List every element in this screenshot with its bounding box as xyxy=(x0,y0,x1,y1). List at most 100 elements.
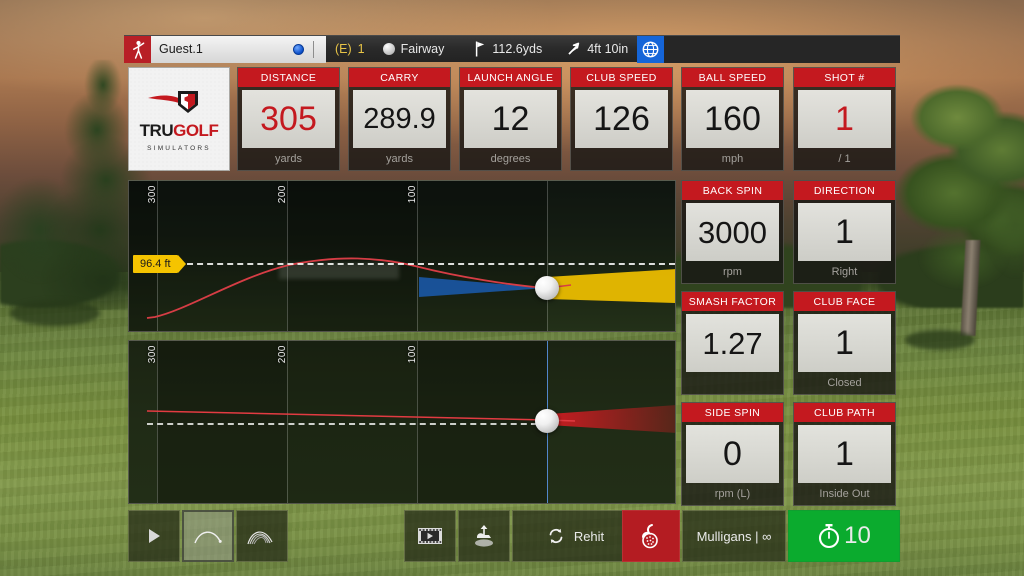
apex-dashed-line xyxy=(177,263,675,265)
player-name-field[interactable]: Guest.1 xyxy=(151,35,326,63)
stat-value: 0 xyxy=(686,425,779,483)
stat-unit: Right xyxy=(831,266,858,278)
score-value-label: 1 xyxy=(357,42,365,56)
header-filler xyxy=(664,35,900,63)
golfer-swing-icon xyxy=(124,35,151,63)
mulligan-ball-icon xyxy=(638,523,664,549)
stat-panel-side-spin[interactable]: SIDE SPIN 0 rpm (L) xyxy=(681,402,784,506)
score-display: (E) 1 xyxy=(326,36,374,63)
ball-marker xyxy=(535,276,559,300)
stat-value: 126 xyxy=(575,90,668,148)
player-name-label: Guest.1 xyxy=(159,42,203,56)
stat-unit: / 1 xyxy=(838,153,851,165)
stat-unit: yards xyxy=(386,153,413,165)
shrub xyxy=(905,330,975,350)
rehit-button[interactable]: Rehit xyxy=(512,510,638,562)
shrub xyxy=(10,300,100,326)
pin-distance-label: 112.6yds xyxy=(492,42,543,56)
refresh-icon xyxy=(546,526,566,546)
stat-value: 1 xyxy=(798,203,891,261)
stat-title: SIDE SPIN xyxy=(682,403,783,422)
brand-name-part2: GOLF xyxy=(173,121,219,140)
stat-title: CLUB SPEED xyxy=(571,68,672,87)
stat-title: CLUB PATH xyxy=(794,403,895,422)
elevation-display: 4ft 10in xyxy=(551,36,637,63)
globe-icon[interactable] xyxy=(637,35,665,63)
stat-value: 1 xyxy=(798,90,891,148)
trugolf-wordmark: TRUGOLF xyxy=(140,122,219,141)
stat-panel-carry[interactable]: CARRY 289.9 yards xyxy=(348,67,451,171)
divider xyxy=(313,40,314,58)
trugolf-logo-panel: TRUGOLF SIMULATORS xyxy=(128,67,230,171)
stat-panel-back-spin[interactable]: BACK SPIN 3000 rpm xyxy=(681,180,784,284)
brand-subtitle: SIMULATORS xyxy=(147,145,211,152)
top-down-trajectory-view[interactable]: 300 200 100 xyxy=(128,340,676,504)
stat-title: BALL SPEED xyxy=(682,68,783,87)
shot-timer-button[interactable]: 10 xyxy=(788,510,900,562)
stat-panel-smash-factor[interactable]: SMASH FACTOR 1.27 xyxy=(681,291,784,395)
stat-panel-ball-speed[interactable]: BALL SPEED 160 mph xyxy=(681,67,784,171)
stat-value: 12 xyxy=(464,90,557,148)
stat-panel-distance[interactable]: DISTANCE 305 yards xyxy=(237,67,340,171)
stat-unit xyxy=(682,372,783,394)
up-right-arrow-icon xyxy=(565,41,581,57)
play-button[interactable] xyxy=(128,510,180,562)
side-trajectory-icon xyxy=(193,526,223,546)
side-trajectory-view[interactable]: 300 200 100 96.4 ft xyxy=(128,180,676,332)
rehit-label: Rehit xyxy=(573,528,605,544)
mulligans-count-button[interactable]: Mulligans | ∞ xyxy=(682,510,786,562)
blue-ball-marker-icon xyxy=(293,43,304,55)
stat-title: DISTANCE xyxy=(238,68,339,87)
stat-value: 305 xyxy=(242,90,335,148)
stat-title: CLUB FACE xyxy=(794,292,895,311)
mulligan-button[interactable] xyxy=(622,510,680,562)
ball-marker-top xyxy=(535,409,559,433)
multi-shot-trajectory-icon xyxy=(246,526,278,546)
player-info-header: Guest.1 (E) 1 Fairway 112.6yds 4ft 10in xyxy=(124,35,900,63)
lie-display: Fairway xyxy=(374,36,454,63)
stat-panel-club-speed[interactable]: CLUB SPEED 126 xyxy=(570,67,673,171)
golf-simulator-screen: Guest.1 (E) 1 Fairway 112.6yds 4ft 10in … xyxy=(0,0,1024,576)
stat-unit: mph xyxy=(721,153,744,165)
replay-video-button[interactable] xyxy=(404,510,456,562)
far-right-tree xyxy=(985,140,1024,310)
stat-panel-shot[interactable]: SHOT # 1 / 1 xyxy=(793,67,896,171)
stat-unit: rpm (L) xyxy=(714,488,751,500)
flag-icon xyxy=(475,41,486,57)
multi-shot-view-button[interactable] xyxy=(236,510,288,562)
stat-unit: rpm xyxy=(723,266,742,278)
stat-title: SHOT # xyxy=(794,68,895,87)
trugolf-shield-icon xyxy=(148,86,210,120)
film-replay-icon xyxy=(417,526,443,546)
stat-panel-club-path[interactable]: CLUB PATH 1 Inside Out xyxy=(793,402,896,506)
stat-panel-direction[interactable]: DIRECTION 1 Right xyxy=(793,180,896,284)
stat-unit: Inside Out xyxy=(819,488,870,500)
stat-panel-launch-angle[interactable]: LAUNCH ANGLE 12 degrees xyxy=(459,67,562,171)
mulligans-label: Mulligans | ∞ xyxy=(696,528,772,544)
stat-value: 1 xyxy=(798,425,891,483)
score-relation-label: (E) xyxy=(335,42,352,56)
target-line xyxy=(147,423,547,425)
drop-ball-button[interactable] xyxy=(458,510,510,562)
stat-unit xyxy=(571,148,672,170)
stat-unit: Closed xyxy=(827,377,862,389)
stat-value: 1.27 xyxy=(686,314,779,372)
stat-value: 289.9 xyxy=(353,90,446,148)
shot-timer-value: 10 xyxy=(844,522,871,549)
lie-label: Fairway xyxy=(400,42,445,56)
stat-title: CARRY xyxy=(349,68,450,87)
stat-value: 160 xyxy=(686,90,779,148)
play-icon xyxy=(144,526,164,546)
stat-title: LAUNCH ANGLE xyxy=(460,68,561,87)
stat-panel-club-face[interactable]: CLUB FACE 1 Closed xyxy=(793,291,896,395)
stat-unit: degrees xyxy=(490,153,531,165)
drop-ball-icon xyxy=(471,524,497,548)
stat-value: 3000 xyxy=(686,203,779,261)
brand-name-part1: TRU xyxy=(139,121,174,140)
stat-title: DIRECTION xyxy=(794,181,895,200)
pin-distance-display: 112.6yds xyxy=(453,36,551,63)
elevation-label: 4ft 10in xyxy=(587,42,629,56)
white-ball-icon xyxy=(382,43,395,55)
side-view-toggle-button[interactable] xyxy=(182,510,234,562)
stat-value: 1 xyxy=(798,314,891,372)
